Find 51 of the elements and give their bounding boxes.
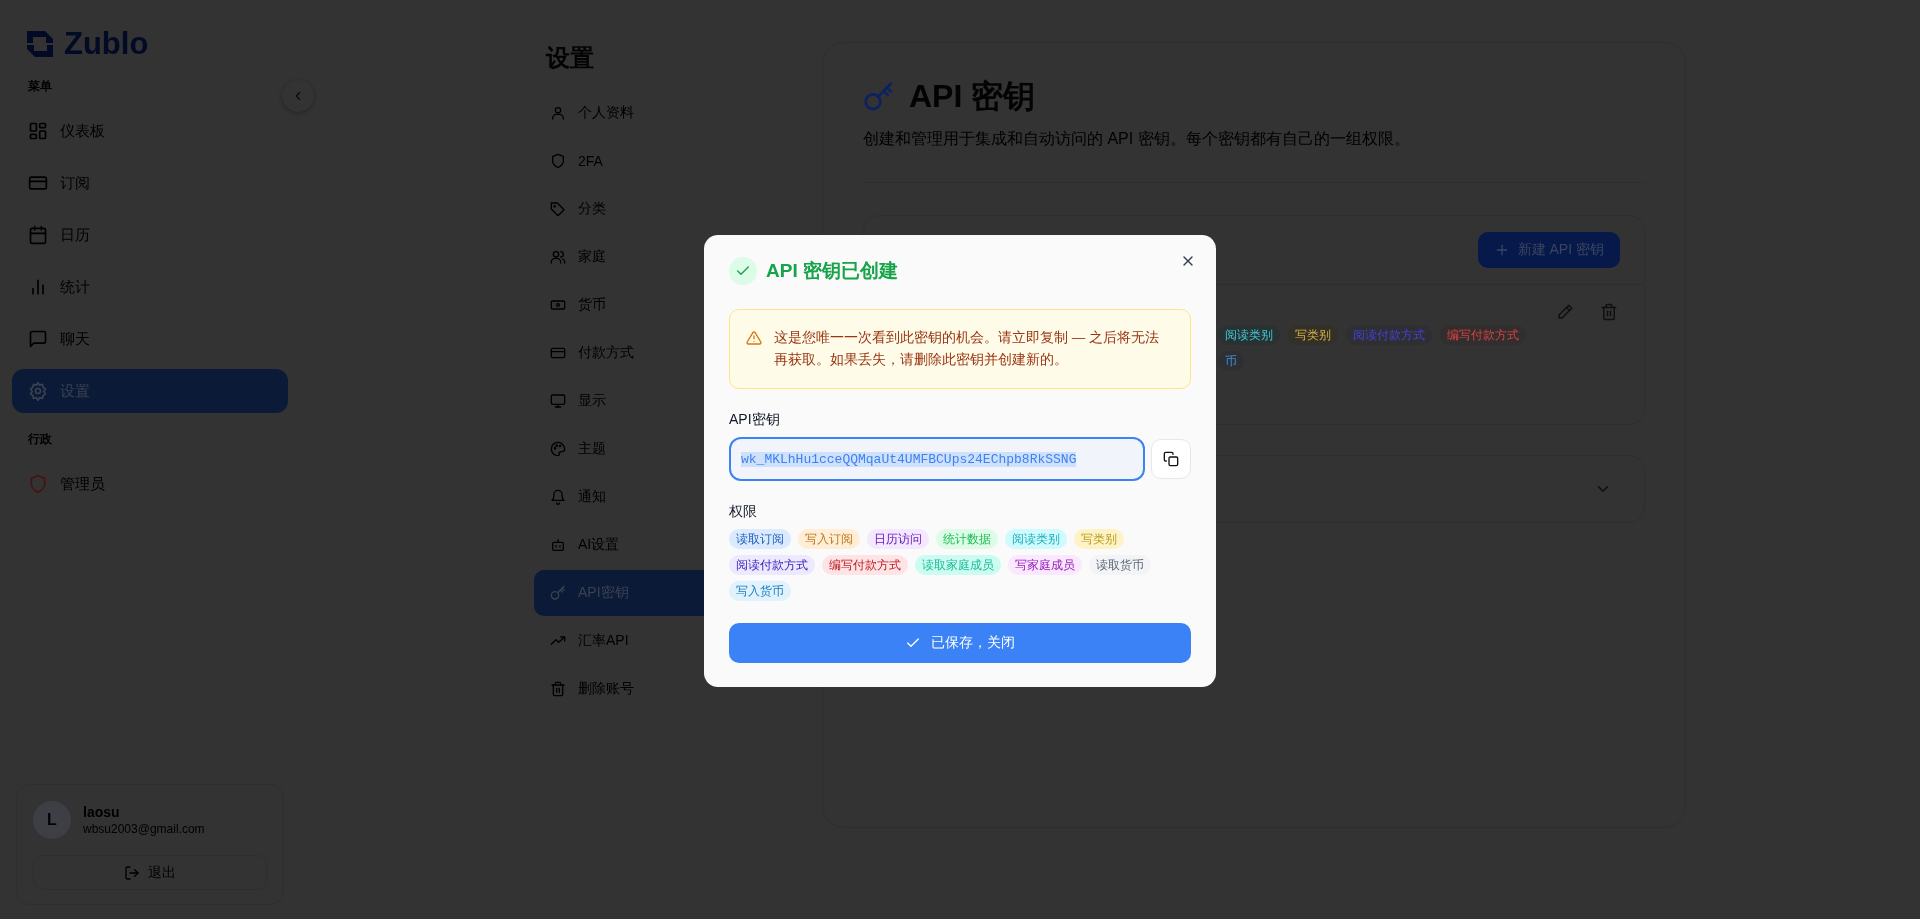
user-icon (550, 105, 566, 121)
permission-tag: 阅读类别 (1218, 325, 1280, 345)
dialog-title: API 密钥已创建 (766, 259, 898, 283)
permission-tag: 写类别 (1288, 325, 1338, 345)
trash-icon (550, 681, 566, 697)
permission-tag: 写入订阅 (798, 529, 860, 549)
permission-tag: 写家庭成员 (1008, 555, 1082, 575)
permission-tag: 阅读类别 (1005, 529, 1067, 549)
permission-tag: 币 (1218, 351, 1244, 371)
calendar-icon (28, 225, 48, 245)
avatar: L (33, 801, 71, 839)
permission-tag: 阅读付款方式 (1346, 325, 1432, 345)
shield-icon (28, 474, 48, 494)
permission-tag: 写入货币 (729, 581, 791, 601)
permission-tag: 读取家庭成员 (915, 555, 1001, 575)
permission-tag: 日历访问 (867, 529, 929, 549)
warning-icon (746, 330, 762, 346)
collapse-button[interactable] (282, 80, 314, 112)
warning-text: 这是您唯一一次看到此密钥的机会。请立即复制 — 之后将无法再获取。如果丢失，请删除此密钥并创建新的。 (774, 329, 1160, 369)
card-icon (550, 345, 566, 361)
shield-icon (550, 153, 566, 169)
field-label: 权限 (729, 503, 758, 521)
permission-tag: 写类别 (1074, 529, 1124, 549)
key-icon (550, 585, 566, 601)
permission-tag: 编写付款方式 (822, 555, 908, 575)
permission-tag: 读取订阅 (729, 529, 791, 549)
banknote-icon (550, 297, 566, 313)
bell-icon (550, 489, 566, 505)
copy-icon (1163, 451, 1179, 467)
logout-icon (124, 864, 140, 881)
chat-icon (28, 329, 48, 349)
tag-icon (550, 201, 566, 217)
permission-tag: 读取货币 (1089, 555, 1151, 575)
confirm-button[interactable]: 已保存，关闭 (729, 623, 1191, 663)
robot-icon (550, 537, 566, 553)
users-icon (550, 249, 566, 265)
permission-tag: 阅读付款方式 (729, 555, 815, 575)
permission-tag: 编写付款方式 (1440, 325, 1526, 345)
trash-icon (1600, 303, 1618, 321)
permission-tag: 统计数据 (936, 529, 998, 549)
monitor-icon (550, 393, 566, 409)
card-icon (28, 173, 48, 193)
api-key-field[interactable]: wk_MKLhHu1cceQQMqaUt4UMFBCUps24EChpb8RkSSNG (729, 437, 1145, 481)
pencil-icon (1556, 303, 1574, 321)
copy-button[interactable] (1151, 439, 1191, 479)
field-label: API密钥 (729, 411, 781, 429)
grid-icon (28, 121, 48, 141)
settings-icon (28, 381, 48, 401)
logo-icon (24, 28, 56, 60)
key-icon (863, 81, 895, 113)
palette-icon (550, 441, 566, 457)
